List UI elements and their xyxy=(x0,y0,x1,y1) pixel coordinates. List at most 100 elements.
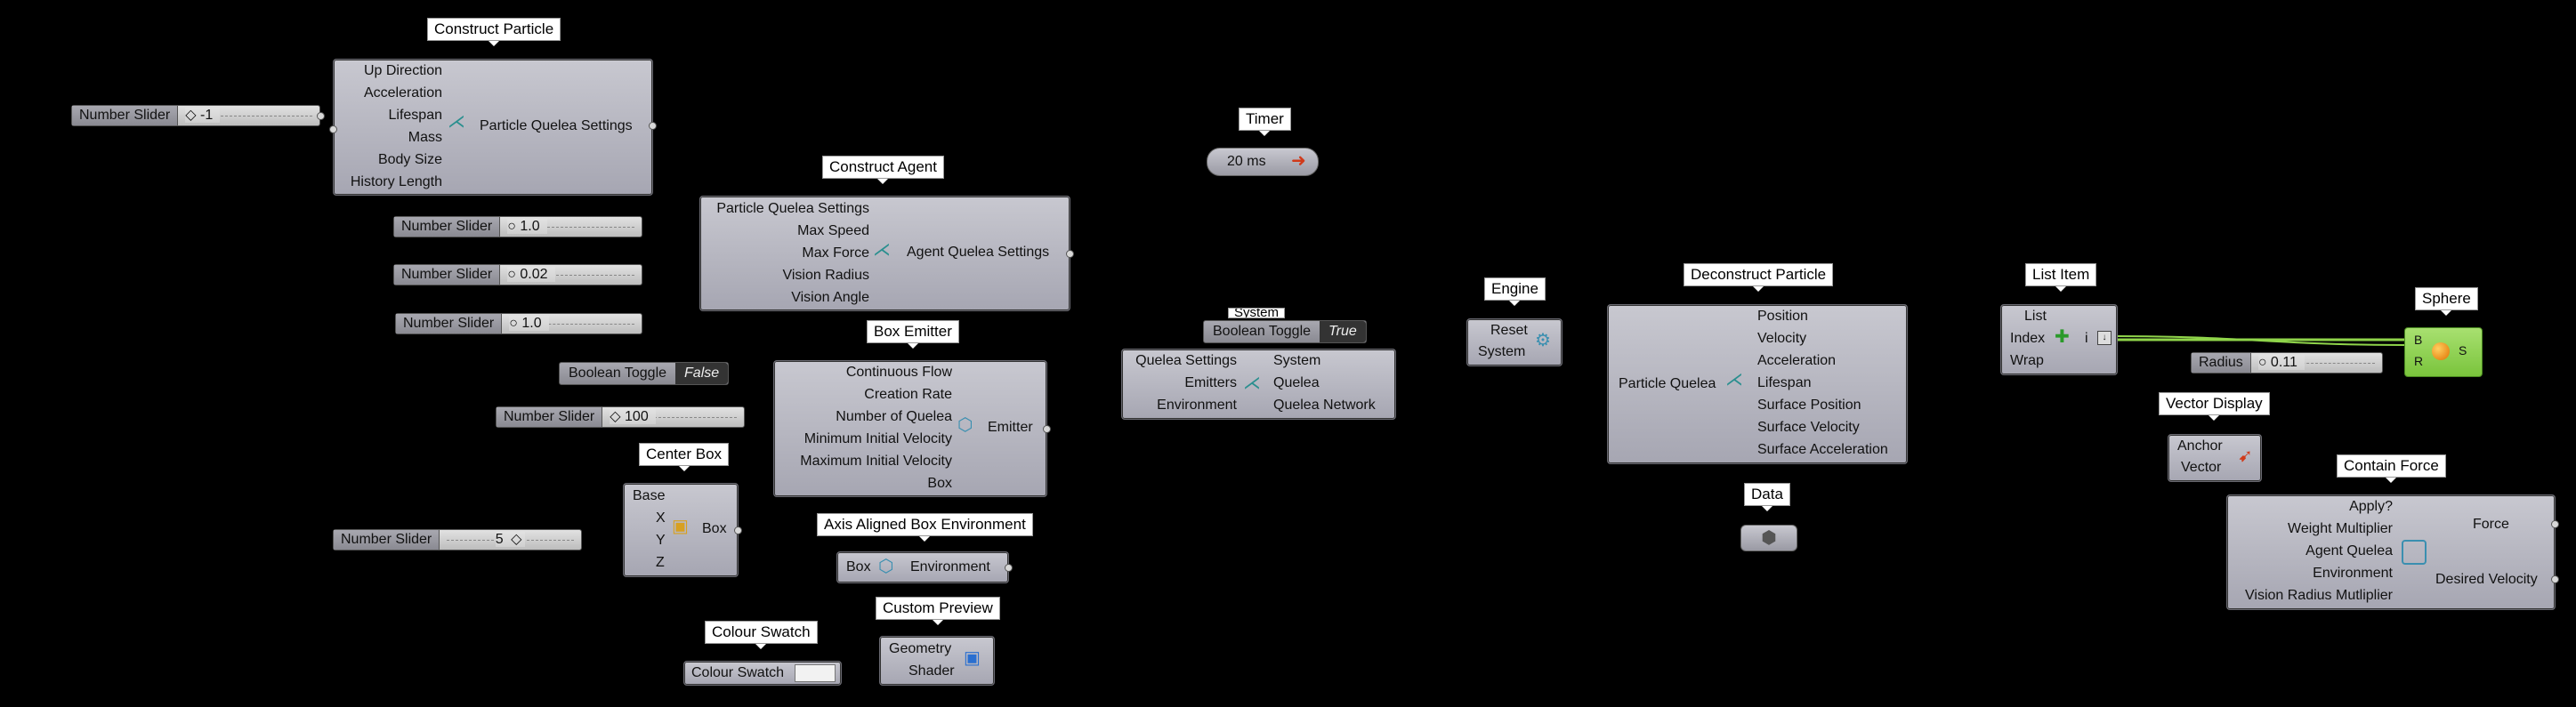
colour-swatch-preview[interactable] xyxy=(795,664,836,682)
input-base[interactable]: B xyxy=(2414,332,2422,348)
center-box-component[interactable]: Base X Y Z ▣ Box xyxy=(623,483,742,577)
input-min-velocity[interactable]: Minimum Initial Velocity xyxy=(804,431,952,447)
input-geometry[interactable]: Geometry xyxy=(889,641,951,657)
number-slider-quelea-count[interactable]: Number Slider ◇ 100 xyxy=(496,406,745,428)
input-quelea-settings[interactable]: Quelea Settings xyxy=(1135,353,1237,369)
output-lifespan[interactable]: Lifespan xyxy=(1757,375,1812,391)
input-history-length[interactable]: History Length xyxy=(351,174,442,190)
input-vision-angle[interactable]: Vision Angle xyxy=(791,290,869,306)
output-surface-position[interactable]: Surface Position xyxy=(1757,398,1861,414)
output-velocity[interactable]: Velocity xyxy=(1757,331,1806,347)
custom-preview-component[interactable]: Geometry Shader ▣ xyxy=(879,636,995,686)
output-quelea-network[interactable]: Quelea Network xyxy=(1273,398,1376,414)
number-slider-max-speed[interactable]: Number Slider ○ 1.0 xyxy=(393,216,642,237)
output-surface-velocity[interactable]: Surface Velocity xyxy=(1757,420,1860,436)
slider-value[interactable]: ○ 1.0 xyxy=(502,314,642,333)
input-base[interactable]: Base xyxy=(633,488,665,504)
slider-value[interactable]: ○ 0.11 xyxy=(2251,353,2382,373)
number-slider-vision-radius[interactable]: Number Slider ○ 1.0 xyxy=(395,313,642,334)
number-slider-size[interactable]: Number Slider 5 ◇ xyxy=(333,529,582,550)
slider-value[interactable]: ◇ -1 xyxy=(178,106,319,125)
input-environment[interactable]: Environment xyxy=(1157,398,1237,414)
slider-value[interactable]: ○ 0.02 xyxy=(500,265,642,285)
contain-force-component[interactable]: Apply? Weight Multiplier Agent Quelea En… xyxy=(2226,494,2559,610)
input-up-direction[interactable]: Up Direction xyxy=(364,63,442,79)
deconstruct-particle-component[interactable]: Particle Quelea ⋌ Position Velocity Acce… xyxy=(1607,304,1908,464)
input-index[interactable]: Index xyxy=(2010,331,2045,347)
input-radius[interactable]: R xyxy=(2414,353,2423,369)
input-environment[interactable]: Environment xyxy=(2313,566,2393,582)
engine-component[interactable]: Reset System ⚙ xyxy=(1466,318,1563,366)
input-particle-quelea[interactable]: Particle Quelea xyxy=(1619,376,1716,392)
output-port[interactable] xyxy=(1005,564,1013,572)
construct-agent-component[interactable]: Particle Quelea Settings Max Speed Max F… xyxy=(699,196,1074,311)
input-creation-rate[interactable]: Creation Rate xyxy=(864,387,952,403)
input-box[interactable]: Box xyxy=(927,476,952,492)
input-anchor[interactable]: Anchor xyxy=(2177,438,2223,454)
output-environment[interactable]: Environment xyxy=(910,559,990,575)
output-port[interactable] xyxy=(2551,520,2559,528)
axis-box-env-component[interactable]: Box ⬡ Environment xyxy=(836,551,1013,583)
box-emitter-component[interactable]: Continuous Flow Creation Rate Number of … xyxy=(773,360,1051,497)
output-port[interactable] xyxy=(317,112,325,120)
input-apply[interactable]: Apply? xyxy=(2349,499,2393,515)
input-emitters[interactable]: Emitters xyxy=(1184,375,1237,391)
vector-display-component[interactable]: Anchor Vector ➹ xyxy=(2168,434,2262,482)
number-slider-radius[interactable]: Radius ○ 0.11 xyxy=(2191,352,2383,374)
input-agent-quelea[interactable]: Agent Quelea xyxy=(2305,543,2393,559)
boolean-toggle-continuous[interactable]: Boolean Toggle False xyxy=(559,362,730,385)
input-box[interactable]: Box xyxy=(846,559,871,575)
output-dropdown-icon[interactable]: ↓ xyxy=(2097,331,2112,345)
output-position[interactable]: Position xyxy=(1757,309,1808,325)
input-max-velocity[interactable]: Maximum Initial Velocity xyxy=(800,454,952,470)
output-system[interactable]: System xyxy=(1273,353,1320,369)
output-item[interactable]: i xyxy=(2085,331,2088,347)
output-surface-acceleration[interactable]: Surface Acceleration xyxy=(1757,442,1888,458)
number-slider-lifespan[interactable]: Number Slider ◇ -1 xyxy=(71,105,325,126)
input-lifespan[interactable]: Lifespan xyxy=(389,108,443,124)
input-vision-radius-multiplier[interactable]: Vision Radius Mutliplier xyxy=(2245,588,2393,604)
output-port[interactable] xyxy=(1066,250,1074,258)
output-quelea[interactable]: Quelea xyxy=(1273,375,1320,391)
input-port[interactable] xyxy=(329,125,337,133)
input-z[interactable]: Z xyxy=(656,555,665,571)
timer-component[interactable]: 20 ms ➜ xyxy=(1207,148,1319,176)
output-force[interactable]: Force xyxy=(2473,517,2509,533)
input-wrap[interactable]: Wrap xyxy=(2010,353,2044,369)
output-particle-settings[interactable]: Particle Quelea Settings xyxy=(480,118,633,134)
input-max-force[interactable]: Max Force xyxy=(802,245,869,261)
slider-value[interactable]: ◇ 100 xyxy=(602,407,744,427)
input-particle-settings[interactable]: Particle Quelea Settings xyxy=(716,201,869,217)
output-port[interactable] xyxy=(2551,575,2559,583)
input-vision-radius[interactable]: Vision Radius xyxy=(782,268,869,284)
toggle-value[interactable]: False xyxy=(675,363,729,384)
input-acceleration[interactable]: Acceleration xyxy=(364,85,442,101)
input-x[interactable]: X xyxy=(656,510,666,526)
slider-value[interactable]: 5 ◇ xyxy=(440,530,581,550)
sphere-component[interactable]: B R S xyxy=(2404,327,2483,377)
input-continuous-flow[interactable]: Continuous Flow xyxy=(846,365,952,381)
input-weight-multiplier[interactable]: Weight Multiplier xyxy=(2288,521,2393,537)
colour-swatch-component[interactable]: Colour Swatch xyxy=(683,661,842,686)
data-component[interactable]: ⬢ xyxy=(1740,525,1797,551)
output-port[interactable] xyxy=(1043,425,1051,433)
number-slider-max-force[interactable]: Number Slider ○ 0.02 xyxy=(393,264,642,285)
output-port[interactable] xyxy=(734,526,742,534)
input-system[interactable]: System xyxy=(1478,344,1525,360)
output-sphere[interactable]: S xyxy=(2459,342,2467,358)
list-item-component[interactable]: List Index Wrap ✚ i ↓ xyxy=(2000,304,2118,375)
input-mass[interactable]: Mass xyxy=(408,130,442,146)
output-port[interactable] xyxy=(649,122,657,130)
input-y[interactable]: Y xyxy=(656,533,666,549)
input-max-speed[interactable]: Max Speed xyxy=(797,223,869,239)
input-reset[interactable]: Reset xyxy=(1490,323,1528,339)
input-vector[interactable]: Vector xyxy=(2181,460,2221,476)
output-emitter[interactable]: Emitter xyxy=(988,420,1033,436)
output-acceleration[interactable]: Acceleration xyxy=(1757,353,1836,369)
input-body-size[interactable]: Body Size xyxy=(378,152,442,168)
output-agent-settings[interactable]: Agent Quelea Settings xyxy=(907,245,1049,261)
system-component[interactable]: Quelea Settings Emitters Environment ⋌ S… xyxy=(1121,349,1396,420)
slider-value[interactable]: ○ 1.0 xyxy=(500,217,642,237)
input-shader[interactable]: Shader xyxy=(908,663,955,679)
toggle-value[interactable]: True xyxy=(1320,321,1366,342)
